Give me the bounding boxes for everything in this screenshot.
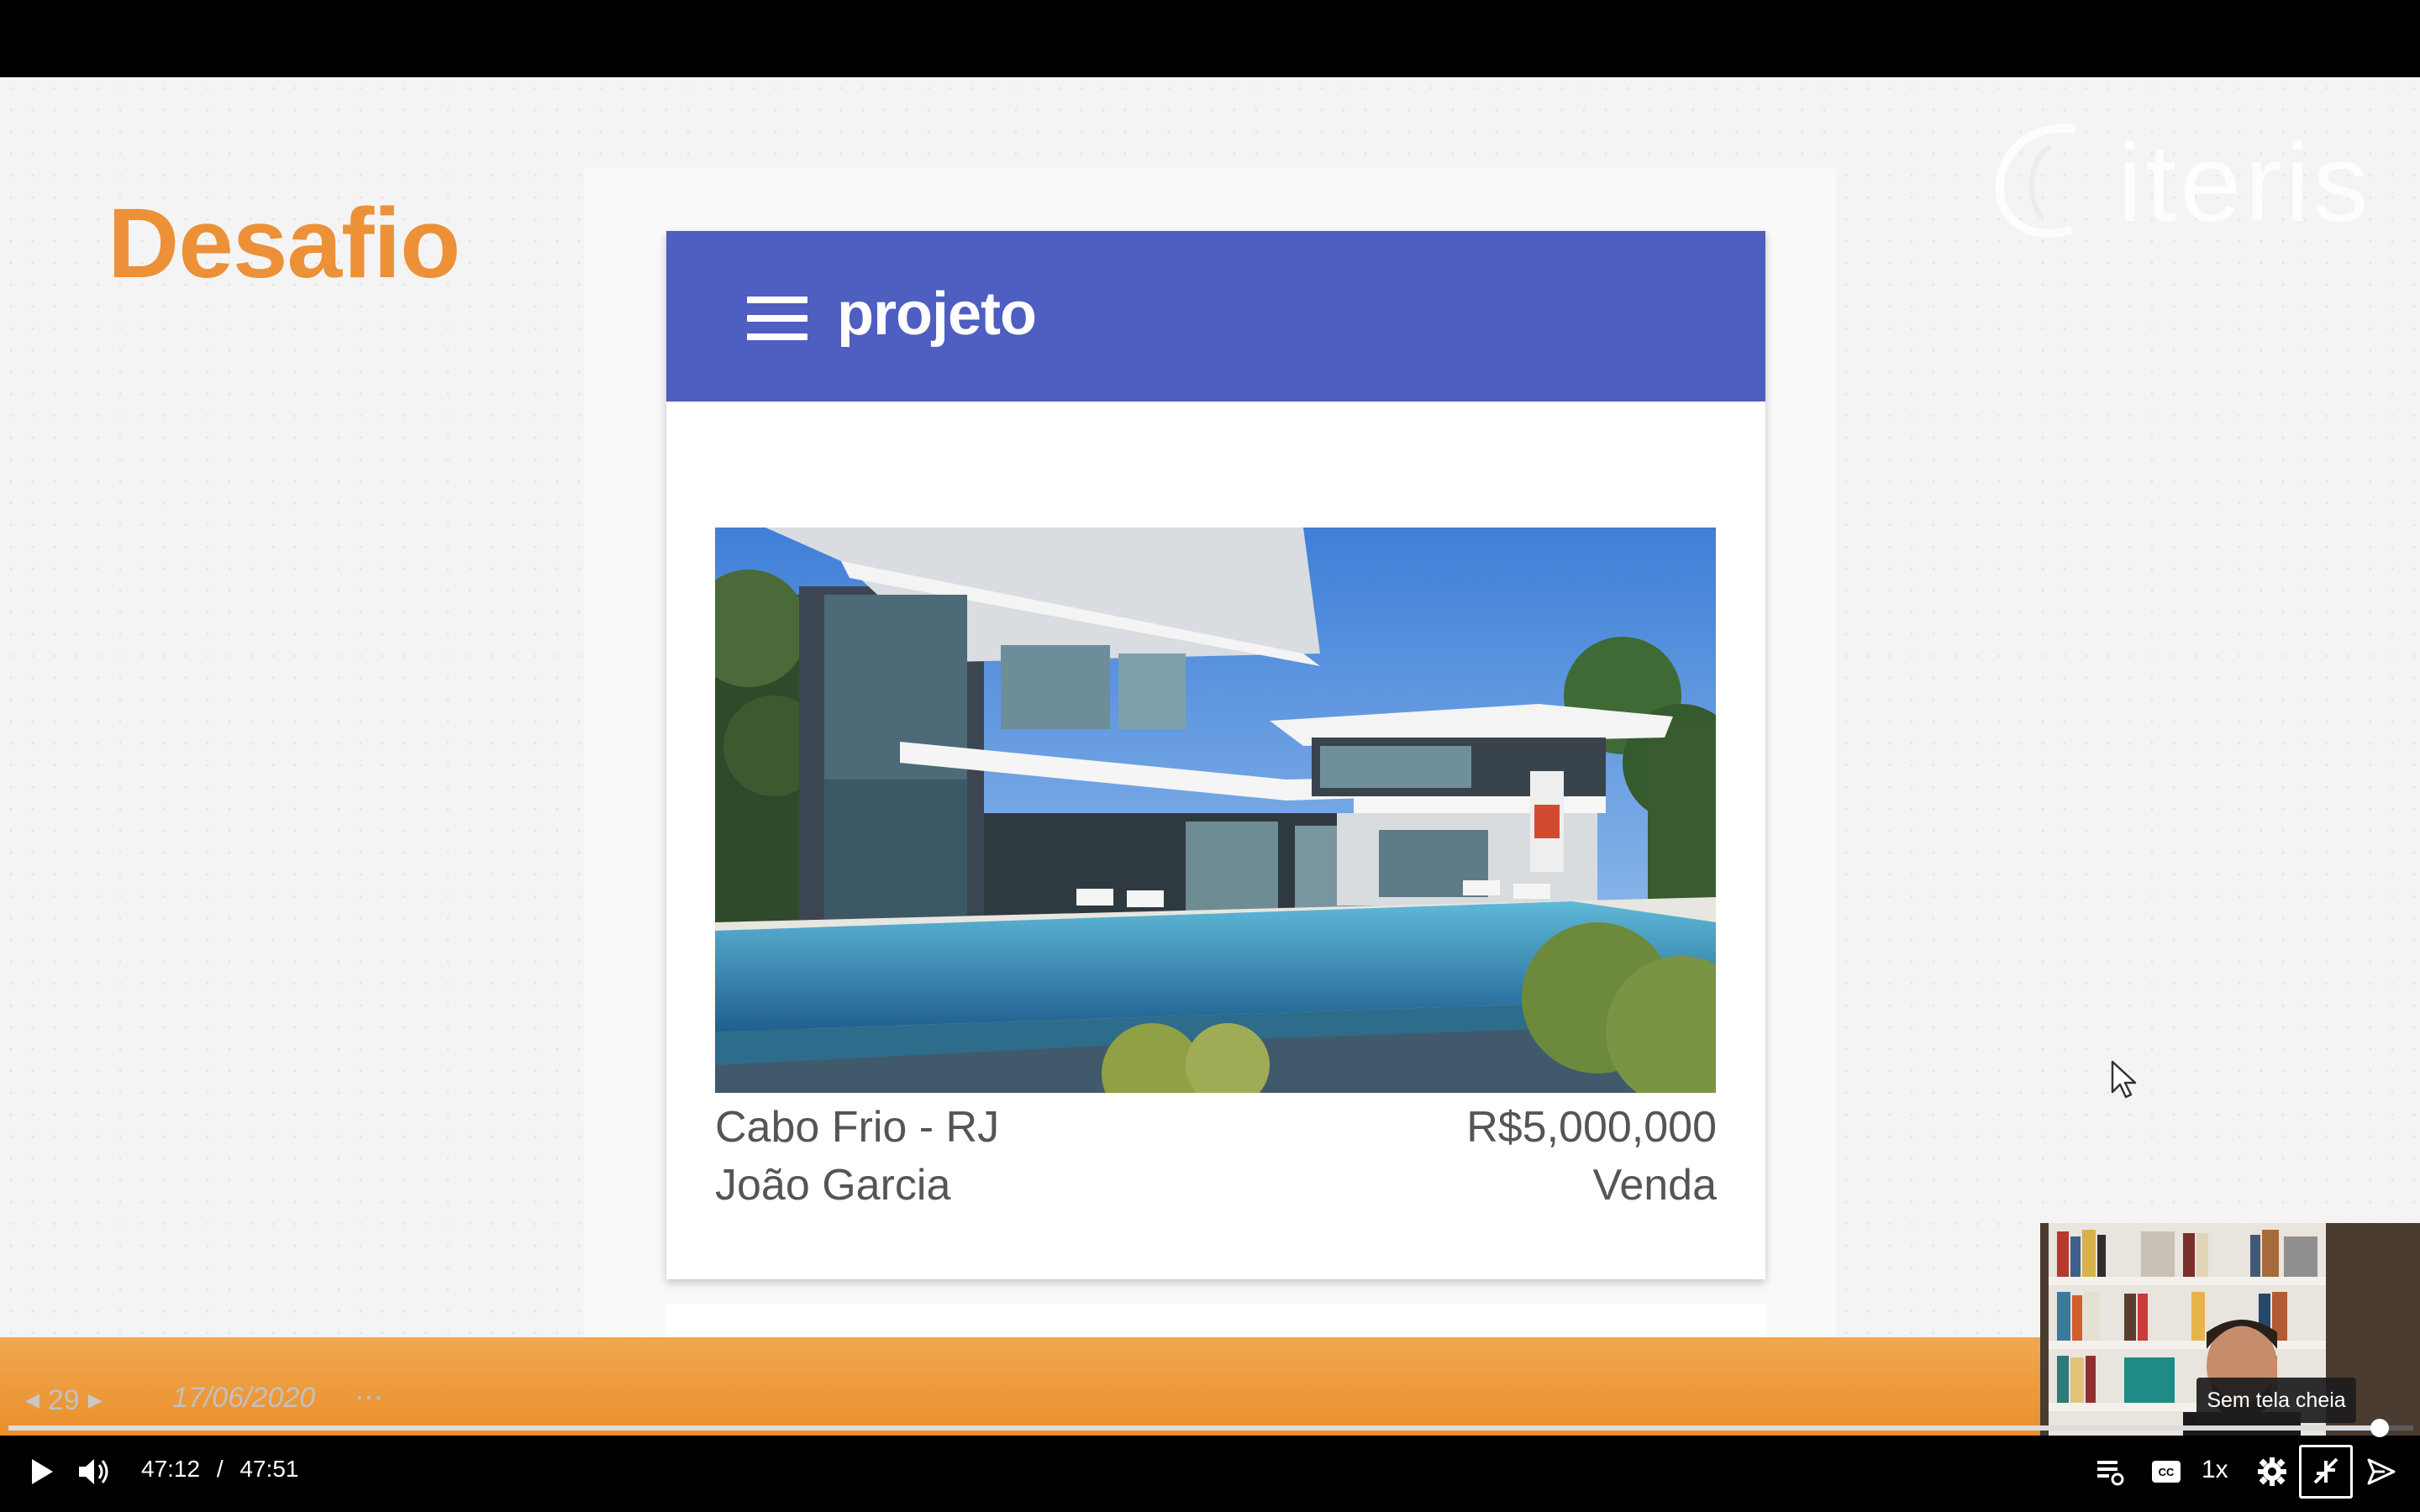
fullscreen-tooltip: Sem tela cheia — [2196, 1378, 2356, 1423]
app-mockup: projeto Cabo Frio - RJ João Garcia R$5,0… — [666, 231, 1765, 1279]
next-listing-card — [666, 1305, 1765, 1338]
slide-title: Desafio — [108, 188, 460, 299]
company-logo: iteris — [1991, 111, 2386, 254]
next-slide-icon[interactable]: ▶ — [88, 1389, 103, 1411]
logo-text: iteris — [2118, 121, 2372, 244]
listing-type: Venda — [1592, 1161, 1718, 1210]
playback-speed[interactable]: 1x — [2202, 1456, 2228, 1484]
listing-owner: João Garcia — [715, 1161, 951, 1210]
app-title: projeto — [837, 281, 1037, 348]
top-letterbox — [0, 0, 2420, 77]
slide-pager: ◀ 29 ▶ — [17, 1382, 111, 1419]
logo-mark-icon — [1995, 123, 2076, 238]
slide-number: 29 — [47, 1383, 80, 1416]
duration: 47:51 — [239, 1456, 299, 1482]
app-toolbar: projeto — [666, 231, 1765, 402]
progress-fill — [8, 1425, 2380, 1431]
slide-date: 17/06/2020 — [172, 1382, 316, 1414]
slide-more-icon[interactable]: ⋯ — [355, 1381, 383, 1415]
listing-price: R$5,000,000 — [1466, 1103, 1717, 1152]
share-icon[interactable] — [2361, 1452, 2402, 1492]
listing-location: Cabo Frio - RJ — [715, 1103, 1000, 1152]
property-photo — [715, 528, 1716, 1093]
house-image — [715, 528, 1716, 1093]
progress-bar[interactable] — [8, 1419, 2413, 1437]
settings-icon[interactable] — [2254, 1452, 2291, 1492]
current-time: 47:12 — [141, 1456, 201, 1482]
progress-knob[interactable] — [2370, 1419, 2389, 1437]
captions-icon[interactable]: CC — [2148, 1452, 2185, 1492]
mouse-cursor-icon — [2111, 1060, 2137, 1099]
prev-slide-icon[interactable]: ◀ — [25, 1389, 39, 1411]
volume-icon[interactable] — [74, 1452, 114, 1492]
transcript-icon[interactable] — [2092, 1452, 2129, 1492]
video-controls — [0, 1436, 2420, 1512]
hamburger-menu-icon[interactable] — [747, 297, 808, 340]
time-display: 47:12 / 47:51 — [141, 1456, 299, 1483]
play-icon[interactable] — [24, 1452, 60, 1492]
svg-text:CC: CC — [2159, 1466, 2175, 1478]
exit-fullscreen-button[interactable] — [2299, 1445, 2353, 1499]
exit-fullscreen-icon — [2313, 1457, 2338, 1484]
time-separator: / — [216, 1456, 224, 1482]
